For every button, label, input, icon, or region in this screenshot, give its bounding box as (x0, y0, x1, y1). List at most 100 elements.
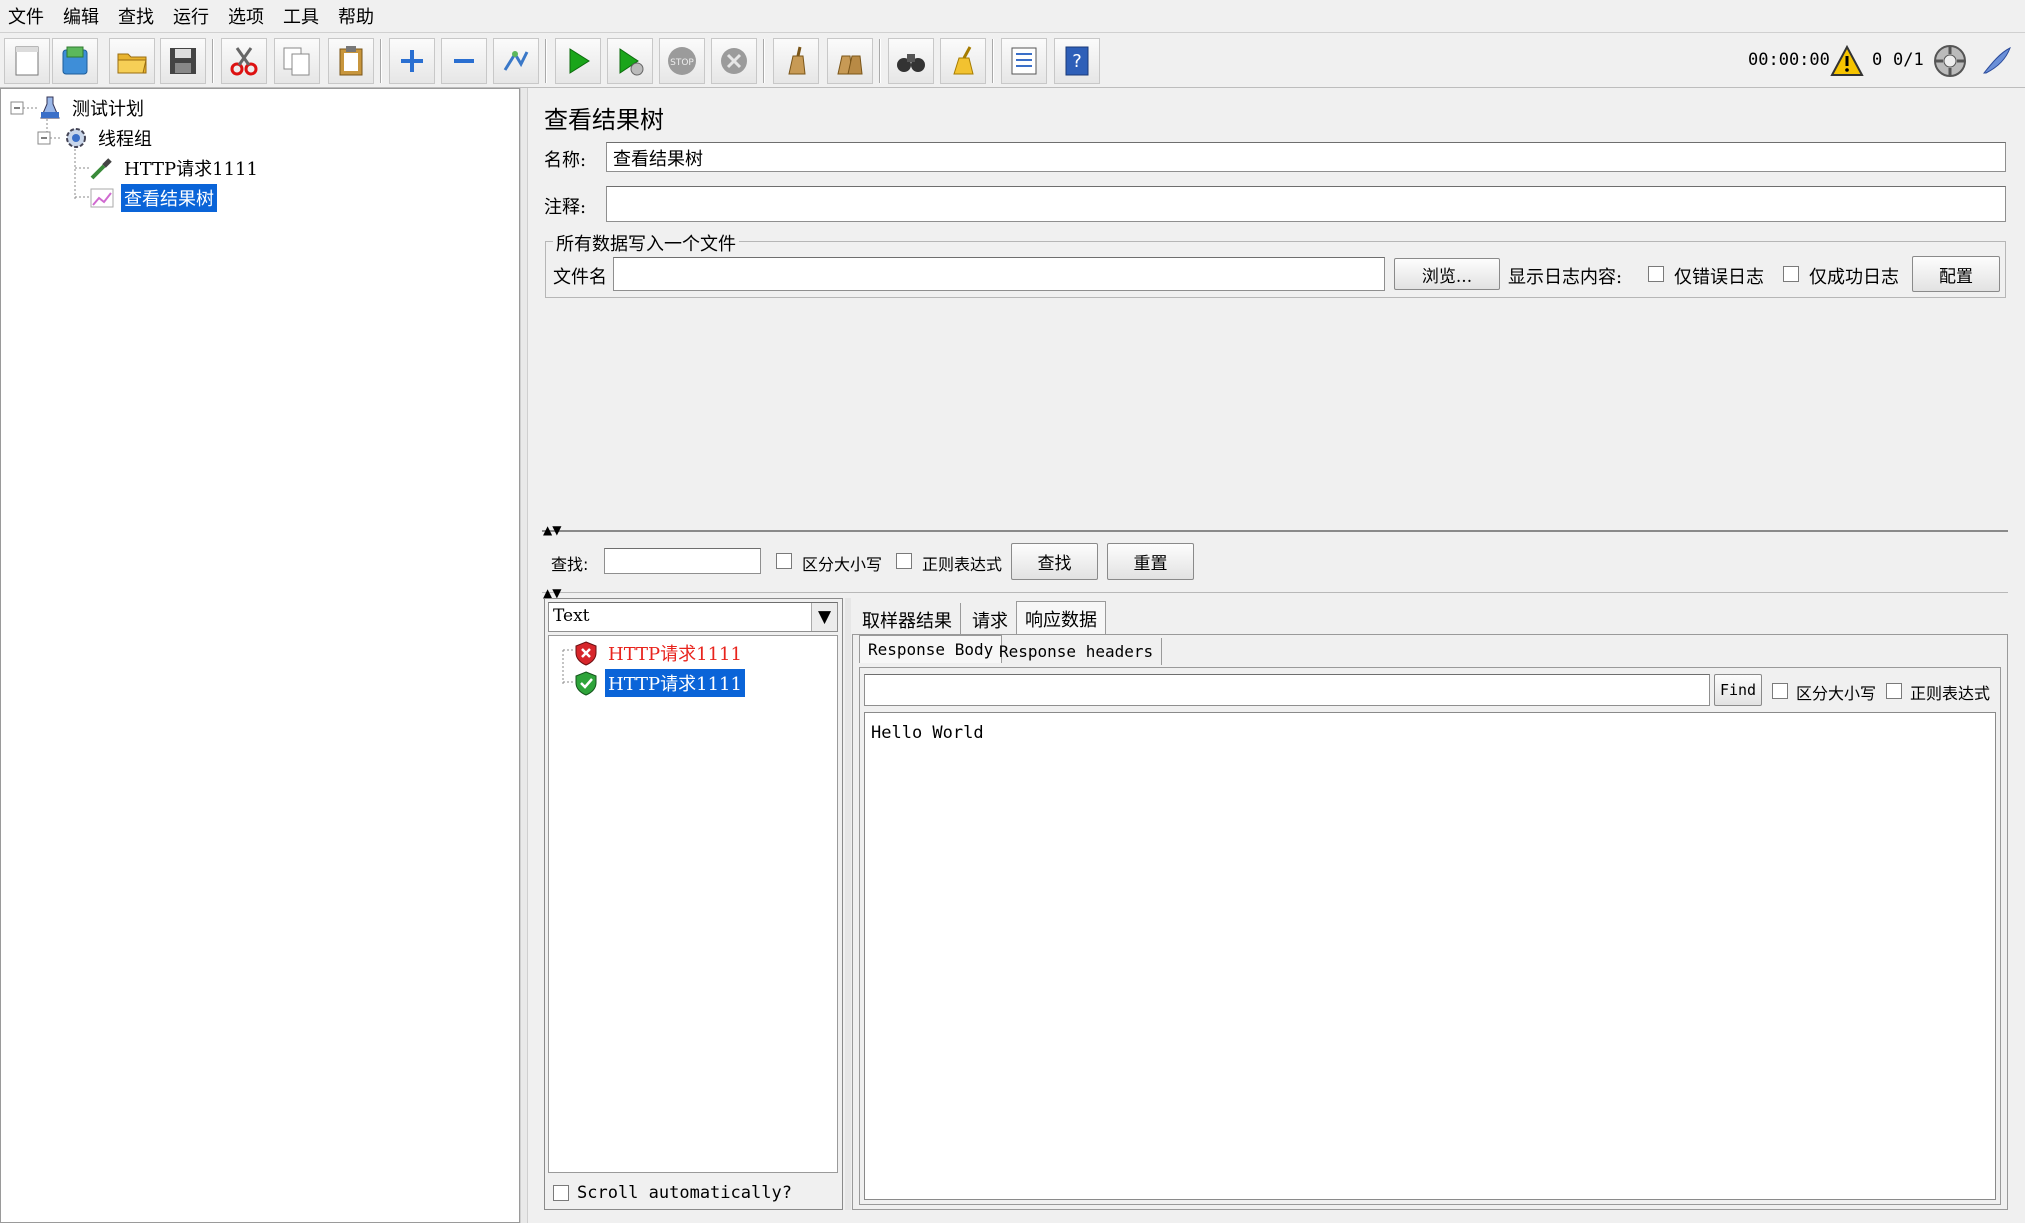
results-list-panel: Text ▼ HTTP请求1111 HTTP请求1111 Scroll auto… (544, 598, 843, 1210)
templates-button[interactable] (52, 38, 98, 84)
splitter-arrows[interactable]: ▲▼ (543, 524, 561, 536)
renderer-selected-value: Text (553, 606, 590, 626)
toolbar-separator (380, 39, 382, 83)
toolbar-separator (545, 39, 547, 83)
help-button[interactable]: ? (1054, 38, 1100, 84)
tree-node-test-plan[interactable]: 测试计划 (37, 95, 147, 121)
broom-icon (788, 46, 806, 75)
menu-edit[interactable]: 编辑 (63, 3, 110, 29)
results-splitter[interactable] (845, 598, 851, 1210)
open-button[interactable] (109, 38, 155, 84)
collapse-button[interactable] (441, 38, 487, 84)
tree-node-thread-group[interactable]: 线程组 (63, 125, 155, 151)
panel-splitter[interactable] (520, 88, 528, 1223)
reset-search-button[interactable] (940, 38, 986, 84)
menu-help[interactable]: 帮助 (338, 3, 385, 29)
tab-sampler-result[interactable]: 取样器结果 (854, 603, 961, 637)
menu-search[interactable]: 查找 (118, 3, 165, 29)
templates-icon (62, 46, 88, 75)
response-case-label: 区分大小写 (1796, 684, 1877, 703)
search-regex-label: 正则表达式 (922, 555, 1003, 574)
tree-node-http-request[interactable]: HTTP请求1111 (89, 155, 261, 181)
clear-all-button[interactable] (827, 38, 873, 84)
test-plan-tree: 测试计划 线程组 HTTP请求1111 查看结果树 (0, 88, 520, 1223)
warning-count: 0 (1872, 50, 1883, 70)
result-item-error[interactable]: HTTP请求1111 (573, 640, 745, 666)
stop-button[interactable]: STOP (659, 38, 705, 84)
result-label: HTTP请求1111 (608, 644, 742, 665)
filename-field[interactable] (613, 257, 1385, 291)
save-button[interactable] (160, 38, 206, 84)
start-button[interactable] (555, 38, 601, 84)
response-find-input[interactable] (864, 674, 1710, 706)
log-display-label: 显示日志内容: (1508, 267, 1623, 288)
brooms-icon (837, 55, 863, 75)
menu-tools[interactable]: 工具 (283, 3, 330, 29)
toolbar: STOP ? 00:00:00 0 0/1 (0, 32, 2025, 88)
expand-button[interactable] (389, 38, 435, 84)
success-only-checkbox[interactable] (1783, 266, 1799, 282)
search-input[interactable] (604, 548, 761, 574)
tab-response-data[interactable]: 响应数据 (1016, 601, 1106, 636)
result-label: HTTP请求1111 (604, 668, 746, 698)
tree-label: 测试计划 (72, 99, 144, 120)
cut-icon (230, 47, 258, 76)
response-case-checkbox[interactable] (1772, 683, 1788, 699)
plus-icon (401, 50, 423, 72)
configure-button[interactable]: 配置 (1912, 256, 2000, 292)
tab-response-body[interactable]: Response Body (859, 635, 1003, 663)
tree-label: 线程组 (98, 129, 152, 150)
toolbar-separator (879, 39, 881, 83)
renderer-select[interactable]: Text ▼ (548, 602, 838, 632)
new-file-icon (15, 46, 39, 76)
response-find-button[interactable]: Find (1714, 674, 1762, 706)
tree-label: HTTP请求1111 (124, 159, 258, 180)
response-regex-checkbox[interactable] (1886, 683, 1902, 699)
shutdown-button[interactable] (711, 38, 757, 84)
warning-icon[interactable] (1830, 45, 1864, 77)
clear-button[interactable] (773, 38, 819, 84)
toggle-button[interactable] (493, 38, 539, 84)
cut-button[interactable] (221, 38, 267, 84)
new-button[interactable] (4, 38, 50, 84)
elapsed-timer: 00:00:00 (1748, 50, 1830, 70)
response-regex-label: 正则表达式 (1910, 684, 1991, 703)
function-helper-button[interactable] (1001, 38, 1047, 84)
filename-label: 文件名 (553, 267, 607, 288)
play-no-timers-icon (619, 48, 644, 76)
start-no-pause-button[interactable] (607, 38, 653, 84)
reset-button[interactable]: 重置 (1107, 543, 1194, 580)
copy-button[interactable] (274, 38, 320, 84)
binoculars-icon (897, 54, 925, 72)
errors-only-label: 仅错误日志 (1674, 267, 1764, 288)
browse-button[interactable]: 浏览... (1394, 258, 1500, 290)
tab-response-headers[interactable]: Response headers (991, 638, 1163, 665)
errors-only-checkbox[interactable] (1648, 266, 1664, 282)
response-body-text[interactable]: Hello World (864, 712, 1996, 1200)
feather-icon[interactable] (1978, 43, 2014, 79)
success-shield-icon (575, 671, 597, 696)
tab-request[interactable]: 请求 (964, 603, 1017, 637)
shutdown-icon (721, 48, 747, 74)
tree-label: 查看结果树 (120, 183, 218, 213)
svg-text:?: ? (1072, 51, 1082, 72)
chevron-down-icon[interactable]: ▼ (811, 603, 837, 631)
menu-run[interactable]: 运行 (173, 3, 220, 29)
name-field[interactable]: 查看结果树 (606, 142, 2006, 172)
search-button[interactable] (888, 38, 934, 84)
comment-field[interactable] (606, 186, 2006, 222)
divider (542, 592, 2008, 593)
open-folder-icon (117, 53, 147, 74)
tree-node-view-results-tree[interactable]: 查看结果树 (89, 183, 218, 213)
search-regex-checkbox[interactable] (896, 553, 912, 569)
find-button[interactable]: 查找 (1011, 543, 1098, 580)
menu-options[interactable]: 选项 (228, 3, 275, 29)
detail-panel: 取样器结果 请求 响应数据 Response Body Response hea… (852, 598, 2008, 1210)
scroll-auto-checkbox[interactable] (553, 1185, 569, 1201)
pipette-icon (90, 158, 112, 180)
result-item-success[interactable]: HTTP请求1111 (573, 668, 746, 698)
menu-file[interactable]: 文件 (8, 3, 55, 29)
search-case-checkbox[interactable] (776, 553, 792, 569)
list-icon (1011, 47, 1037, 75)
paste-button[interactable] (328, 38, 374, 84)
